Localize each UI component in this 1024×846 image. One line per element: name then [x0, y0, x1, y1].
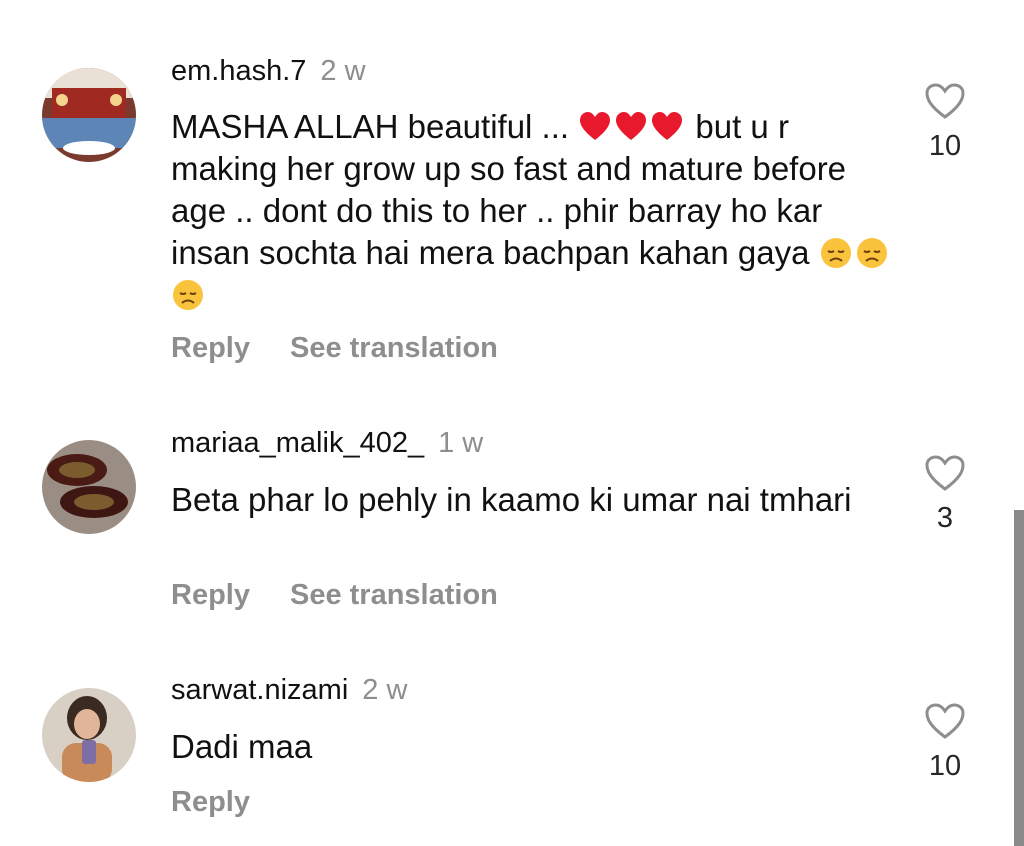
timestamp: 2 w: [320, 55, 366, 87]
disappointed-face-emoji: [173, 280, 203, 310]
heart-emoji: [616, 112, 647, 140]
like-count: 10: [928, 130, 962, 162]
avatar[interactable]: [42, 688, 136, 782]
see-translation-button[interactable]: See translation: [290, 579, 498, 611]
comment-meta: em.hash.7 2 w: [171, 55, 366, 88]
disappointed-face-emoji: [856, 238, 887, 268]
like-count: 10: [928, 750, 962, 782]
heart-icon[interactable]: [924, 702, 966, 740]
disappointed-face-emoji: [820, 238, 851, 268]
heart-emoji: [580, 112, 611, 140]
like-control: 3: [915, 454, 975, 535]
like-control: 10: [915, 702, 975, 783]
comment-actions: Reply: [171, 786, 250, 819]
heart-icon[interactable]: [924, 82, 966, 120]
username[interactable]: sarwat.nizami: [171, 674, 348, 706]
like-control: 10: [915, 82, 975, 163]
comment-actions: Reply See translation: [171, 332, 498, 365]
comment-actions: Reply See translation: [171, 579, 498, 612]
scrollbar[interactable]: [1014, 510, 1024, 846]
see-translation-button[interactable]: See translation: [290, 332, 498, 364]
comment-text: MASHA ALLAH beautiful ... but u r making…: [171, 106, 891, 316]
like-count: 3: [936, 502, 954, 534]
timestamp: 1 w: [438, 427, 484, 459]
reply-button[interactable]: Reply: [171, 579, 250, 611]
comment-meta: mariaa_malik_402_ 1 w: [171, 427, 483, 460]
heart-icon[interactable]: [924, 454, 966, 492]
reply-button[interactable]: Reply: [171, 786, 250, 818]
comment-text: Beta phar lo pehly in kaamo ki umar nai …: [171, 481, 852, 518]
heart-emoji: [652, 112, 683, 140]
comment-meta: sarwat.nizami 2 w: [171, 674, 407, 707]
username[interactable]: em.hash.7: [171, 55, 306, 87]
comment-text-part: MASHA ALLAH beautiful ...: [171, 108, 579, 145]
avatar[interactable]: [42, 440, 136, 534]
avatar[interactable]: [42, 68, 136, 162]
reply-button[interactable]: Reply: [171, 332, 250, 364]
comment-text: Dadi maa: [171, 728, 313, 765]
username[interactable]: mariaa_malik_402_: [171, 427, 424, 459]
timestamp: 2 w: [362, 674, 408, 706]
